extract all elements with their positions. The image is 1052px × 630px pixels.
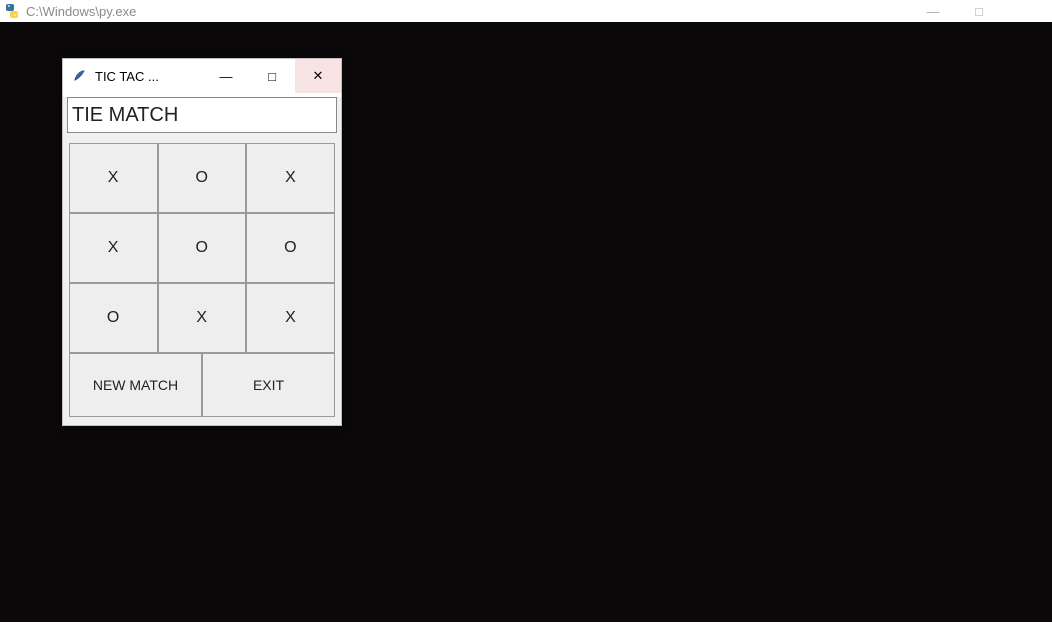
console-minimize-button[interactable]: —	[910, 0, 956, 22]
tk-window-title: TIC TAC ...	[95, 69, 159, 84]
new-match-button[interactable]: NEW MATCH	[69, 353, 202, 417]
maximize-icon: □	[975, 4, 983, 19]
tk-window-body: TIE MATCH X O X X O O O X X NEW MATCH EX…	[63, 97, 341, 425]
board-cell-1-2[interactable]: O	[246, 213, 335, 283]
status-entry[interactable]: TIE MATCH	[67, 97, 337, 133]
exit-label: EXIT	[253, 377, 284, 393]
cell-mark: X	[108, 169, 119, 187]
board-cell-1-0[interactable]: X	[69, 213, 158, 283]
board-cell-1-1[interactable]: O	[158, 213, 247, 283]
action-buttons: NEW MATCH EXIT	[63, 353, 341, 425]
tk-window-controls: — □ ✕	[203, 59, 341, 93]
tk-close-button[interactable]: ✕	[295, 59, 341, 93]
cell-mark: X	[285, 169, 296, 187]
cell-mark: O	[107, 309, 120, 327]
console-maximize-button[interactable]: □	[956, 0, 1002, 22]
board-cell-2-1[interactable]: X	[158, 283, 247, 353]
maximize-icon: □	[268, 69, 276, 84]
cell-mark: O	[284, 239, 297, 257]
tk-titlebar[interactable]: TIC TAC ... — □ ✕	[63, 59, 341, 93]
console-titlebar: C:\Windows\py.exe — □ ✕	[0, 0, 1052, 22]
board-cell-0-0[interactable]: X	[69, 143, 158, 213]
board-cell-0-2[interactable]: X	[246, 143, 335, 213]
cell-mark: O	[196, 239, 209, 257]
tk-feather-icon	[71, 68, 87, 84]
minimize-icon: —	[220, 69, 233, 84]
close-icon: ✕	[313, 68, 324, 84]
tk-title-area: TIC TAC ...	[63, 59, 203, 93]
cell-mark: X	[196, 309, 207, 327]
board-cell-0-1[interactable]: O	[158, 143, 247, 213]
python-icon	[4, 3, 20, 19]
exit-button[interactable]: EXIT	[202, 353, 335, 417]
minimize-icon: —	[927, 4, 940, 19]
console-window-controls: — □ ✕	[910, 0, 1048, 22]
cell-mark: X	[285, 309, 296, 327]
new-match-label: NEW MATCH	[93, 377, 178, 393]
cell-mark: X	[108, 239, 119, 257]
tk-maximize-button[interactable]: □	[249, 59, 295, 93]
status-text: TIE MATCH	[72, 104, 178, 127]
tk-minimize-button[interactable]: —	[203, 59, 249, 93]
board-cell-2-0[interactable]: O	[69, 283, 158, 353]
tic-tac-toe-window: TIC TAC ... — □ ✕ TIE MATCH X O X X O O …	[62, 58, 342, 426]
cell-mark: O	[196, 169, 209, 187]
board-cell-2-2[interactable]: X	[246, 283, 335, 353]
game-board: X O X X O O O X X	[63, 143, 341, 353]
console-title: C:\Windows\py.exe	[26, 4, 136, 19]
